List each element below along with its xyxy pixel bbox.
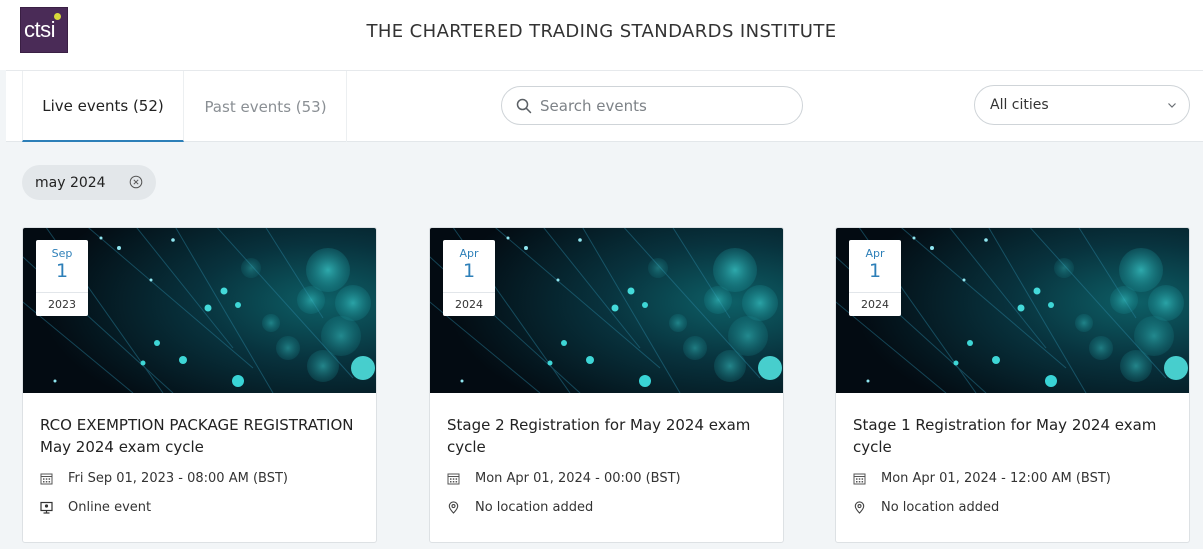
events-toolbar: Live events (52) Past events (53) All ci… xyxy=(6,70,1203,142)
city-select[interactable]: All cities xyxy=(974,85,1190,125)
location-pin-icon xyxy=(448,501,459,514)
monitor-icon xyxy=(40,501,53,514)
event-datetime: Mon Apr 01, 2024 - 12:00 AM (BST) xyxy=(853,471,1111,486)
date-year: 2023 xyxy=(36,292,88,316)
tab-past-events[interactable]: Past events (53) xyxy=(185,71,347,142)
date-month: Apr xyxy=(459,247,479,260)
event-card[interactable]: Apr 1 2024 Stage 1 Registration for May … xyxy=(835,227,1190,543)
search-icon xyxy=(516,98,532,113)
filter-chip-label: may 2024 xyxy=(35,174,106,191)
event-card[interactable]: Sep 1 2023 RCO EXEMPTION PACKAGE REGISTR… xyxy=(22,227,377,543)
calendar-icon xyxy=(40,473,53,485)
date-day: 1 xyxy=(868,260,882,282)
event-location-text: No location added xyxy=(475,500,594,515)
event-location-text: Online event xyxy=(68,500,152,515)
city-select-value: All cities xyxy=(990,97,1049,113)
filter-chip: may 2024 xyxy=(22,165,156,200)
search-input[interactable] xyxy=(540,96,780,115)
event-card[interactable]: Apr 1 2024 Stage 2 Registration for May … xyxy=(429,227,784,543)
event-location: No location added xyxy=(447,500,593,515)
event-title[interactable]: Stage 2 Registration for May 2024 exam c… xyxy=(447,414,772,458)
date-year: 2024 xyxy=(443,292,495,316)
chevron-down-icon xyxy=(1168,103,1176,108)
event-datetime: Mon Apr 01, 2024 - 00:00 (BST) xyxy=(447,471,681,486)
remove-filter-icon[interactable] xyxy=(129,175,143,189)
calendar-icon xyxy=(447,473,460,485)
date-month: Sep xyxy=(51,247,73,260)
date-day: 1 xyxy=(462,260,476,282)
date-day: 1 xyxy=(55,260,69,282)
event-location: No location added xyxy=(853,500,999,515)
location-pin-icon xyxy=(854,501,865,514)
date-year: 2024 xyxy=(849,292,901,316)
event-datetime-text: Mon Apr 01, 2024 - 00:00 (BST) xyxy=(475,471,681,486)
date-badge: Sep 1 2023 xyxy=(36,240,88,316)
date-badge: Apr 1 2024 xyxy=(443,240,495,316)
event-location-text: No location added xyxy=(881,500,1000,515)
search-box[interactable] xyxy=(501,86,803,125)
site-title: THE CHARTERED TRADING STANDARDS INSTITUT… xyxy=(366,21,837,42)
date-month: Apr xyxy=(865,247,885,260)
event-title[interactable]: Stage 1 Registration for May 2024 exam c… xyxy=(853,414,1178,458)
event-datetime-text: Mon Apr 01, 2024 - 12:00 AM (BST) xyxy=(881,471,1111,486)
tab-live-events[interactable]: Live events (52) xyxy=(22,71,184,142)
logo-dot-icon xyxy=(54,13,61,20)
date-badge: Apr 1 2024 xyxy=(849,240,901,316)
event-datetime: Fri Sep 01, 2023 - 08:00 AM (BST) xyxy=(40,471,288,486)
calendar-icon xyxy=(853,473,866,485)
event-datetime-text: Fri Sep 01, 2023 - 08:00 AM (BST) xyxy=(68,471,288,486)
event-title[interactable]: RCO EXEMPTION PACKAGE REGISTRATION May 2… xyxy=(40,414,365,458)
event-location: Online event xyxy=(40,500,151,515)
site-header: ctsi THE CHARTERED TRADING STANDARDS INS… xyxy=(0,0,1203,70)
